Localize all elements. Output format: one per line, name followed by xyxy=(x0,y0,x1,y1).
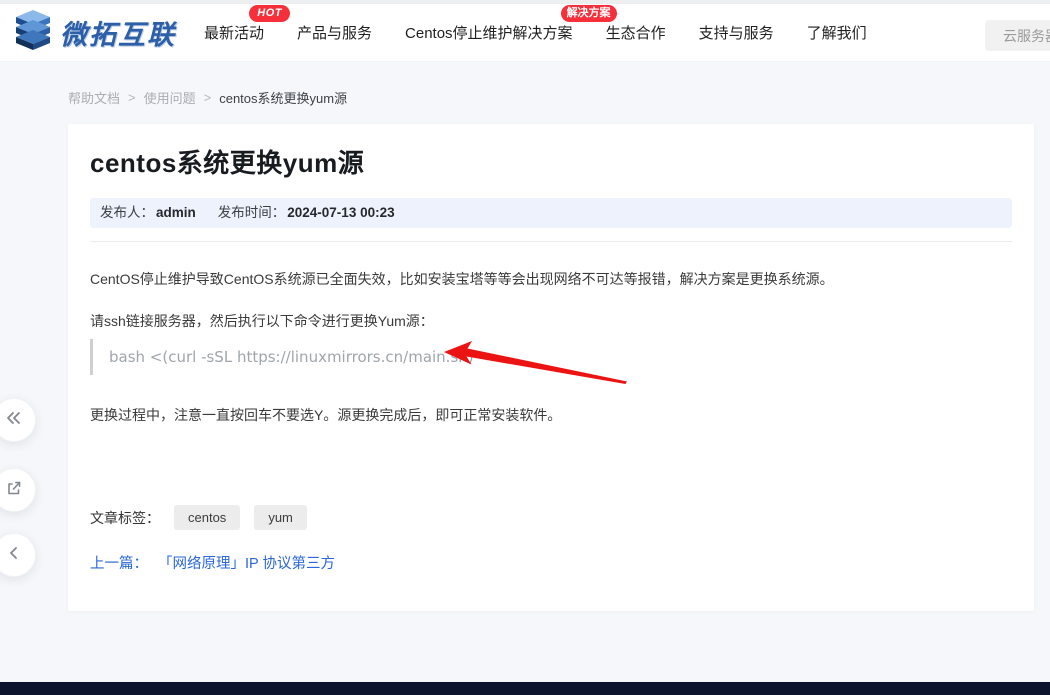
article-paragraph-note: 更换过程中，注意一直按回车不要选Y。源更换完成后，即可正常安装软件。 xyxy=(90,405,1012,425)
nav-label: 支持与服务 xyxy=(699,25,774,42)
logo[interactable]: 微拓互联 xyxy=(12,7,176,58)
tag-centos[interactable]: centos xyxy=(174,505,240,530)
search-input[interactable] xyxy=(985,20,1050,51)
prev-article-row: 上一篇： 「网络原理」IP 协议第三方 xyxy=(90,552,1012,573)
tags-row: 文章标签： centos yum xyxy=(90,505,1012,530)
nav-label: 最新活动 xyxy=(204,25,264,42)
logo-text: 微拓互联 xyxy=(60,13,176,52)
share-icon xyxy=(4,478,24,503)
nav-item-products-services[interactable]: 产品与服务 xyxy=(297,22,372,43)
code-block[interactable]: bash <(curl -sSL https://linuxmirrors.cn… xyxy=(90,339,1012,375)
chevron-left-icon xyxy=(7,546,21,565)
solution-badge: 解决方案 xyxy=(561,5,617,22)
publisher-value: admin xyxy=(156,198,196,228)
tags-label: 文章标签： xyxy=(90,508,160,528)
content-divider xyxy=(90,241,1012,242)
breadcrumb-separator: > xyxy=(204,90,212,105)
article-paragraph-instruction: 请ssh链接服务器，然后执行以下命令进行更换Yum源： xyxy=(90,311,1012,331)
nav-item-latest-activity[interactable]: 最新活动 HOT xyxy=(204,22,264,43)
hot-badge: HOT xyxy=(249,5,290,22)
back-button[interactable] xyxy=(0,533,36,577)
tag-yum[interactable]: yum xyxy=(254,505,307,530)
article-card: centos系统更换yum源 发布人： admin 发布时间： 2024-07-… xyxy=(68,124,1034,611)
breadcrumb-separator: > xyxy=(128,90,136,105)
article-paragraph-intro: CentOS停止维护导致CentOS系统源已全面失效，比如安装宝塔等等会出现网络… xyxy=(90,269,1012,289)
footer-bar xyxy=(0,682,1050,695)
nav-item-about-us[interactable]: 了解我们 xyxy=(807,22,867,43)
breadcrumb-help-docs[interactable]: 帮助文档 xyxy=(68,88,120,107)
nav-label: 了解我们 xyxy=(807,25,867,42)
nav-item-support-services[interactable]: 支持与服务 xyxy=(699,22,774,43)
header: 微拓互联 最新活动 HOT 产品与服务 Centos停止维护解决方案 解决方案 … xyxy=(0,4,1050,62)
collapse-sidebar-button[interactable] xyxy=(0,398,36,442)
breadcrumb-current-page: centos系统更换yum源 xyxy=(219,88,347,107)
breadcrumb: 帮助文档 > 使用问题 > centos系统更换yum源 xyxy=(68,88,347,107)
publisher-label: 发布人： xyxy=(100,198,154,228)
nav-item-eco-cooperation[interactable]: 生态合作 xyxy=(606,22,666,43)
logo-icon xyxy=(12,7,54,58)
publish-time-label: 发布时间： xyxy=(218,198,286,228)
nav-label: 生态合作 xyxy=(606,25,666,42)
nav-label: 产品与服务 xyxy=(297,25,372,42)
article-meta-bar: 发布人： admin 发布时间： 2024-07-13 00:23 xyxy=(90,198,1012,228)
breadcrumb-usage-issues[interactable]: 使用问题 xyxy=(144,88,196,107)
double-chevron-left-icon xyxy=(5,411,23,430)
nav-label: Centos停止维护解决方案 xyxy=(405,25,573,42)
share-button[interactable] xyxy=(0,468,36,512)
main-nav: 最新活动 HOT 产品与服务 Centos停止维护解决方案 解决方案 生态合作 … xyxy=(204,22,900,43)
publish-time-value: 2024-07-13 00:23 xyxy=(287,198,394,228)
nav-item-centos-eol-solution[interactable]: Centos停止维护解决方案 解决方案 xyxy=(405,22,573,43)
prev-article-link[interactable]: 「网络原理」IP 协议第三方 xyxy=(158,556,335,572)
prev-article-label: 上一篇： xyxy=(90,556,148,572)
page-title: centos系统更换yum源 xyxy=(90,148,1012,178)
